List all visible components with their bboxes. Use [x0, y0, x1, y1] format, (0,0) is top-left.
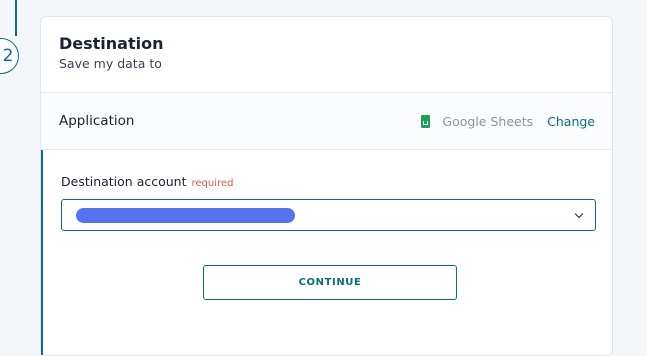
account-form: Destination account required CONTINUE: [41, 150, 612, 355]
required-badge: required: [191, 178, 234, 189]
field-label-row: Destination account required: [61, 171, 596, 190]
destination-card: Destination Save my data to Application …: [40, 16, 613, 356]
step-number: 2: [2, 46, 14, 66]
application-row: Application Google Sheets Change: [41, 93, 612, 150]
destination-account-select[interactable]: [61, 199, 596, 231]
google-sheets-icon: [421, 114, 431, 128]
step-number-badge: 2: [0, 38, 19, 74]
change-application-link[interactable]: Change: [547, 114, 595, 129]
redacted-account-value: [76, 208, 295, 223]
continue-button[interactable]: CONTINUE: [203, 265, 457, 300]
card-title: Destination: [59, 34, 164, 53]
chevron-down-icon[interactable]: [574, 209, 584, 219]
timeline-line: [15, 0, 17, 36]
card-subtitle: Save my data to: [59, 56, 162, 71]
application-name: Google Sheets: [442, 113, 534, 129]
application-label: Application: [59, 113, 135, 129]
card-header: Destination Save my data to: [41, 17, 612, 93]
destination-account-label: Destination account: [61, 174, 187, 189]
